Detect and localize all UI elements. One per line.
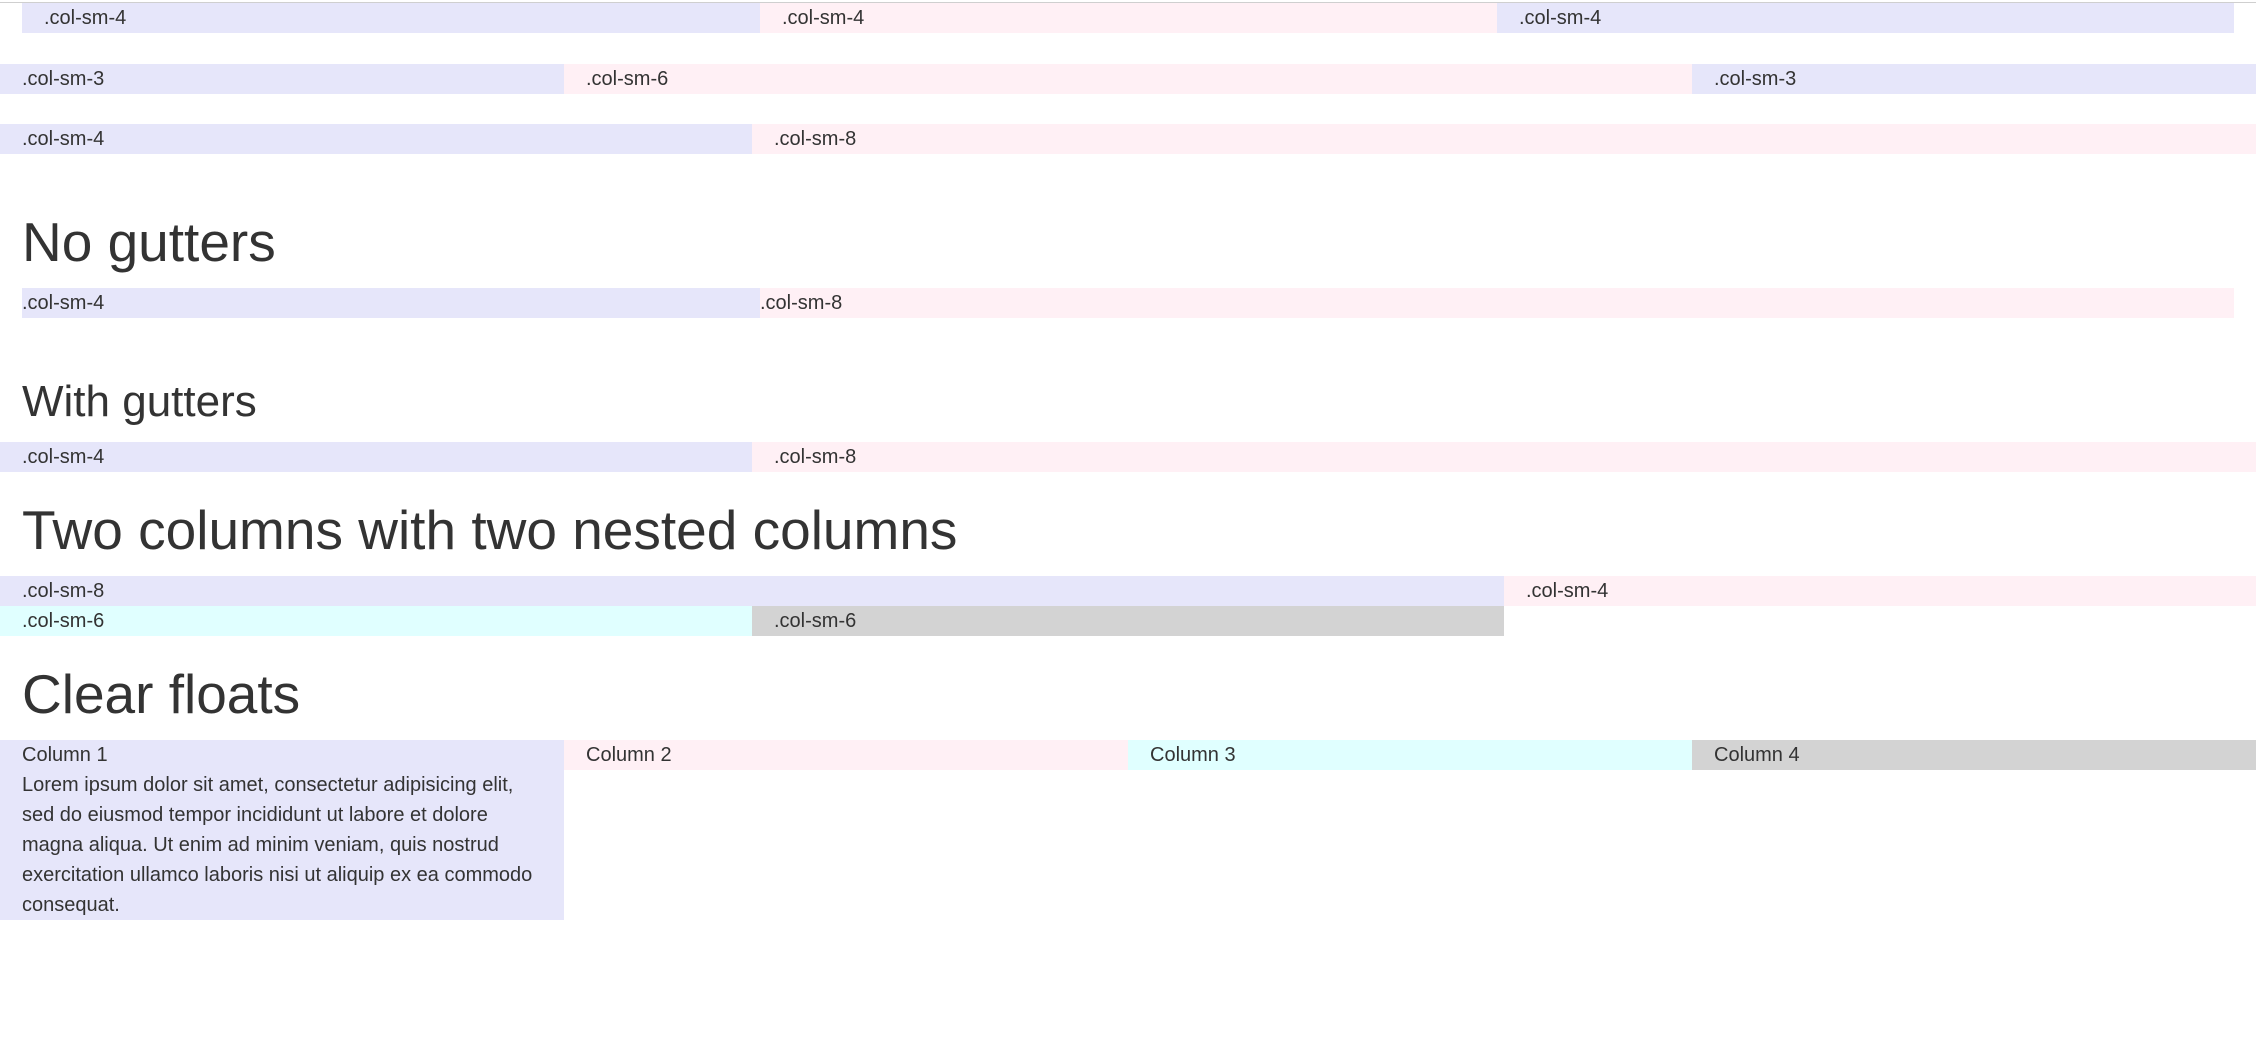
no-gutters-col-2: .col-sm-8 (760, 288, 2234, 318)
clear-floats-heading: Clear floats (22, 663, 301, 725)
nested-outer-col-2: .col-sm-4 (1504, 576, 2256, 606)
clear-floats-col-2: Column 2 (564, 740, 1128, 770)
row2-col-1: .col-sm-3 (0, 64, 564, 94)
row2-col-3: .col-sm-3 (1692, 64, 2256, 94)
no-gutters-heading: No gutters (22, 211, 276, 273)
with-gutters-heading: With gutters (22, 377, 257, 426)
row3-col-1: .col-sm-4 (0, 124, 752, 154)
nested-inner-col-1: .col-sm-6 (0, 606, 752, 636)
clear-floats-col-3: Column 3 (1128, 740, 1692, 770)
nested-inner-col-2: .col-sm-6 (752, 606, 1504, 636)
row3-col-2: .col-sm-8 (752, 124, 2256, 154)
row2-col-2: .col-sm-6 (564, 64, 1692, 94)
nested-heading: Two columns with two nested columns (22, 499, 958, 561)
row1-col-1: .col-sm-4 (22, 3, 760, 33)
row1-col-3: .col-sm-4 (1497, 3, 2234, 33)
clear-floats-col-1-label: Column 1 (22, 744, 108, 766)
clear-floats-col-4: Column 4 (1692, 740, 2256, 770)
clear-floats-paragraph: Lorem ipsum dolor sit amet, consectetur … (22, 774, 533, 916)
nested-outer-col-1: .col-sm-8 (0, 576, 1504, 606)
no-gutters-col-1: .col-sm-4 (22, 288, 760, 318)
with-gutters-col-2: .col-sm-8 (752, 442, 2256, 472)
row1-col-2: .col-sm-4 (760, 3, 1497, 33)
with-gutters-col-1: .col-sm-4 (0, 442, 752, 472)
